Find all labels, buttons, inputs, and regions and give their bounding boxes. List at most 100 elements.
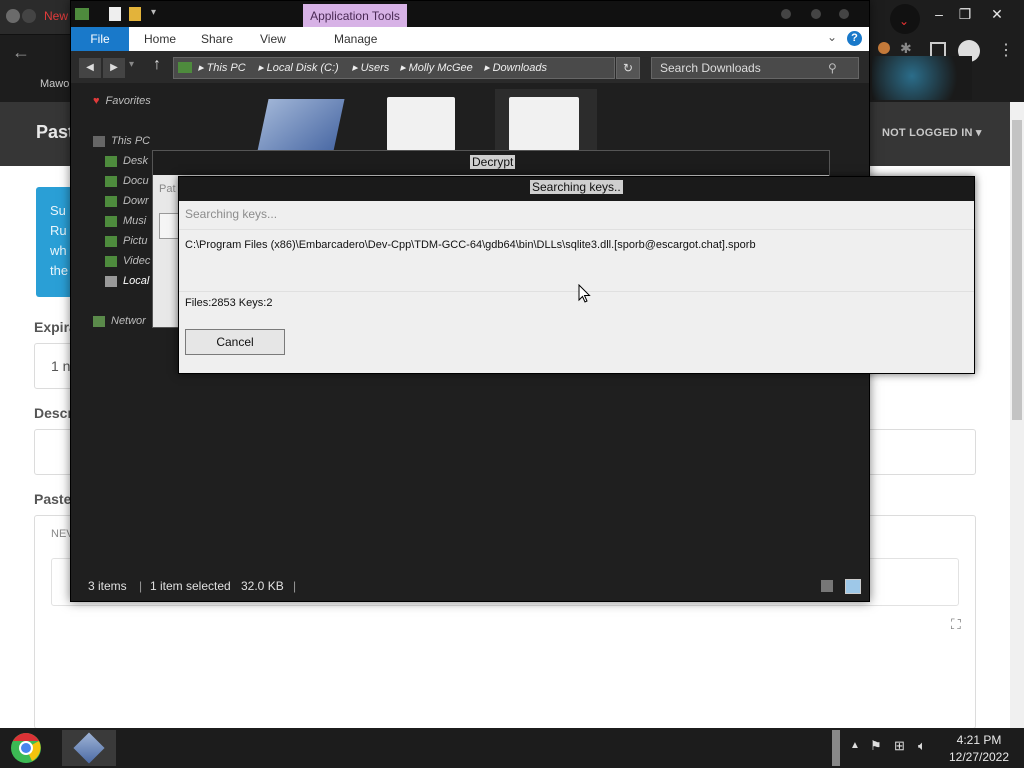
minimize-button[interactable] bbox=[781, 9, 791, 19]
network-icon[interactable]: ⊞ bbox=[894, 738, 905, 754]
dialog-titlebar: Searching keys.. bbox=[179, 177, 974, 201]
browser-maximize-button[interactable]: ❐ bbox=[948, 0, 982, 28]
large-icons-view-icon[interactable] bbox=[845, 579, 861, 594]
setup-file-icon[interactable] bbox=[257, 99, 345, 151]
crumb-downloads[interactable]: ▸ Downloads bbox=[484, 58, 547, 78]
site-logo[interactable]: Past bbox=[36, 122, 74, 143]
new-folder-icon[interactable] bbox=[129, 7, 141, 21]
cancel-button[interactable]: Cancel bbox=[185, 329, 285, 355]
app-icon bbox=[73, 732, 105, 764]
extension-icon[interactable] bbox=[878, 42, 890, 54]
decorative-star-image bbox=[872, 56, 972, 100]
flag-icon[interactable]: ⚑ bbox=[870, 738, 882, 754]
folder-icon bbox=[105, 195, 117, 207]
nav-downloads[interactable]: Dowr bbox=[105, 191, 149, 211]
login-menu[interactable]: NOT LOGGED IN ▾ bbox=[882, 126, 982, 139]
ribbon-expand-icon[interactable]: ⌄ bbox=[827, 30, 837, 44]
description-label: Descr bbox=[34, 405, 73, 421]
dialog-title: Searching keys.. bbox=[530, 180, 623, 194]
search-icon[interactable]: ⚲ bbox=[828, 58, 837, 78]
nav-documents[interactable]: Docu bbox=[105, 171, 149, 191]
chrome-taskbar-button[interactable] bbox=[8, 731, 46, 765]
clock-date[interactable]: 12/27/2022 bbox=[944, 750, 1014, 764]
expiration-value: 1 n bbox=[51, 358, 71, 374]
separator: | bbox=[139, 579, 143, 593]
browser-close-button[interactable]: ✕ bbox=[980, 0, 1014, 28]
puzzle-icon[interactable]: ✱ bbox=[900, 40, 912, 57]
chrome-small-icon bbox=[22, 9, 36, 23]
network-icon bbox=[93, 315, 105, 327]
search-input[interactable]: Search Downloads ⚲ bbox=[651, 57, 859, 79]
ribbon: Home Share View Manage ⌄ bbox=[71, 27, 869, 52]
bookmark-label[interactable]: Mawo bbox=[40, 78, 69, 90]
nav-music[interactable]: Musi bbox=[105, 211, 146, 231]
tab-home[interactable]: Home bbox=[144, 27, 176, 51]
recent-dropdown-icon[interactable]: ▾ bbox=[129, 59, 134, 70]
forward-button[interactable]: ▶ bbox=[103, 58, 125, 78]
maximize-button[interactable] bbox=[811, 9, 821, 19]
this-pc-icon bbox=[178, 62, 192, 73]
favicon-icon bbox=[6, 9, 20, 23]
folder-icon bbox=[105, 155, 117, 167]
drive-icon bbox=[105, 275, 117, 287]
nav-local-disk[interactable]: Local bbox=[105, 271, 149, 291]
page-scroll-thumb[interactable] bbox=[1012, 120, 1022, 420]
item-count: 3 items bbox=[88, 579, 127, 593]
search-placeholder: Search Downloads bbox=[660, 61, 761, 75]
tab-share[interactable]: Share bbox=[201, 27, 233, 51]
taskbar: ▲ ⚑ ⊞ 🔈︎ 4:21 PM 12/27/2022 bbox=[0, 728, 1024, 768]
explorer-titlebar: ▾ bbox=[71, 1, 869, 27]
profile-badge[interactable]: ⌄ bbox=[890, 4, 920, 34]
decrypt-titlebar: Decrypt bbox=[153, 151, 829, 175]
decryptor-taskbar-button[interactable] bbox=[62, 730, 116, 766]
heart-icon: ♥ bbox=[93, 95, 100, 107]
crumb-local-disk[interactable]: ▸ Local Disk (C:) bbox=[258, 58, 339, 78]
nav-this-pc[interactable]: This PC bbox=[93, 131, 150, 151]
address-bar[interactable]: ▸ This PC ▸ Local Disk (C:) ▸ Users ▸ Mo… bbox=[173, 57, 615, 79]
application-tools-tab[interactable]: Application Tools bbox=[303, 4, 407, 28]
paste-label: Paste bbox=[34, 491, 72, 507]
folder-icon bbox=[105, 235, 117, 247]
menu-kebab-icon[interactable]: ⋮ bbox=[998, 40, 1014, 60]
nav-network[interactable]: Networ bbox=[93, 311, 146, 331]
nav-favorites[interactable]: ♥ Favorites bbox=[93, 91, 151, 111]
info-line: Ru bbox=[50, 223, 67, 238]
tab-manage[interactable]: Manage bbox=[334, 27, 377, 51]
help-icon[interactable]: ? bbox=[847, 31, 862, 46]
properties-icon[interactable] bbox=[109, 7, 121, 21]
volume-icon[interactable]: 🔈︎ bbox=[918, 738, 926, 754]
nav-pictures[interactable]: Pictu bbox=[105, 231, 147, 251]
back-arrow-icon[interactable]: ← bbox=[12, 42, 30, 63]
close-button[interactable] bbox=[839, 9, 849, 19]
decrypt-title: Decrypt bbox=[470, 155, 516, 169]
nav-desktop[interactable]: Desk bbox=[105, 151, 148, 171]
qat-dropdown-icon[interactable]: ▾ bbox=[151, 7, 156, 18]
nav-videos[interactable]: Videc bbox=[105, 251, 150, 271]
show-hidden-icons[interactable]: ▲ bbox=[850, 740, 860, 751]
selected-file-tile[interactable] bbox=[495, 89, 597, 151]
tab-file[interactable]: File bbox=[71, 27, 129, 51]
document-file-icon[interactable] bbox=[387, 97, 455, 151]
system-tray: ▲ ⚑ ⊞ 🔈︎ bbox=[846, 728, 942, 768]
refresh-icon[interactable]: ↻ bbox=[616, 57, 640, 79]
crumb-this-pc[interactable]: ▸ This PC bbox=[198, 58, 246, 78]
status-bar: 3 items | 1 item selected 32.0 KB | bbox=[71, 573, 869, 599]
back-button[interactable]: ◀ bbox=[79, 58, 101, 78]
info-line: the bbox=[50, 263, 69, 278]
tab-view[interactable]: View bbox=[260, 27, 286, 51]
searching-keys-dialog: Searching keys.. Searching keys... C:\Pr… bbox=[178, 176, 975, 374]
info-line: wh bbox=[50, 243, 67, 258]
folder-icon bbox=[105, 175, 117, 187]
separator: | bbox=[293, 579, 297, 593]
crumb-users[interactable]: ▸ Users bbox=[352, 58, 389, 78]
current-file-path: C:\Program Files (x86)\Embarcadero\Dev-C… bbox=[185, 239, 756, 251]
taskbar-scroll[interactable] bbox=[832, 730, 840, 766]
clock-time[interactable]: 4:21 PM bbox=[944, 733, 1014, 747]
path-label: Pat bbox=[159, 183, 176, 195]
search-status-text: Searching keys... bbox=[185, 207, 278, 221]
details-view-icon[interactable] bbox=[821, 580, 833, 592]
up-arrow-icon[interactable]: ↑ bbox=[153, 56, 161, 74]
folder-icon bbox=[105, 255, 117, 267]
expand-icon[interactable]: ⛶ bbox=[951, 616, 961, 633]
crumb-user[interactable]: ▸ Molly McGee bbox=[400, 58, 473, 78]
